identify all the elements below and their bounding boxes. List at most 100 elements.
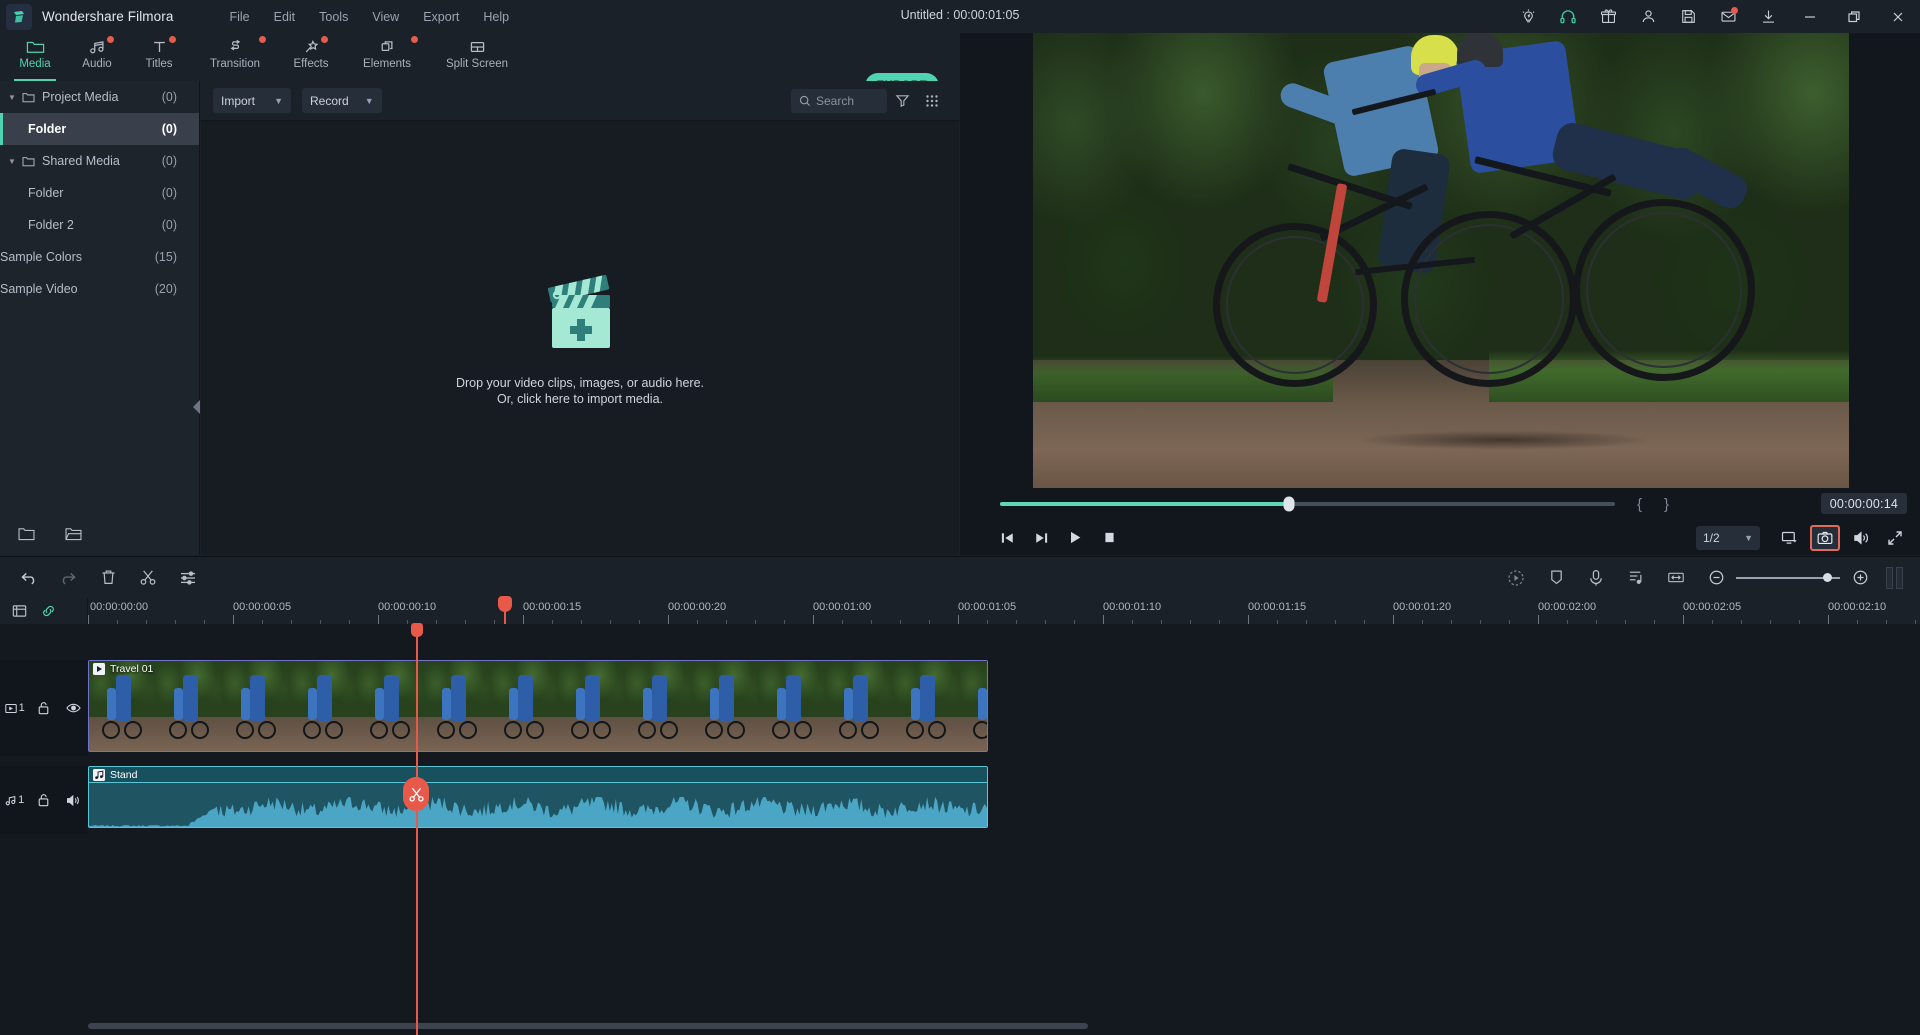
tab-transition[interactable]: Transition bbox=[190, 33, 280, 81]
save-button[interactable] bbox=[1668, 0, 1708, 33]
play-button[interactable] bbox=[1058, 521, 1092, 555]
timeline-playhead[interactable] bbox=[411, 623, 423, 1035]
record-dropdown[interactable]: Record ▼ bbox=[302, 88, 382, 113]
redo-button[interactable] bbox=[48, 557, 88, 599]
tab-effects-label: Effects bbox=[293, 58, 329, 70]
link-icon[interactable] bbox=[41, 604, 56, 618]
support-button[interactable] bbox=[1548, 0, 1588, 33]
idea-button[interactable] bbox=[1508, 0, 1548, 33]
downloads-button[interactable] bbox=[1748, 0, 1788, 33]
tab-elements[interactable]: Elements bbox=[342, 33, 432, 81]
menu-export[interactable]: Export bbox=[411, 6, 471, 28]
stop-button[interactable] bbox=[1092, 521, 1126, 555]
zoom-slider-handle[interactable] bbox=[1823, 573, 1832, 582]
playhead-ruler-knob[interactable] bbox=[498, 596, 512, 612]
playhead-handle[interactable] bbox=[411, 623, 423, 637]
sidebar-item-project-media[interactable]: ▼ Project Media (0) bbox=[0, 81, 199, 113]
timeline-ruler[interactable]: 00:00:00:00 00:00:00:05 00:00:00:10 00:0… bbox=[88, 598, 1920, 624]
sidebar-item-sample-video[interactable]: Sample Video (20) bbox=[0, 273, 199, 305]
messages-button[interactable] bbox=[1708, 0, 1748, 33]
menu-help[interactable]: Help bbox=[471, 6, 521, 28]
video-track-index: 1 bbox=[0, 702, 29, 714]
video-clip-travel-01[interactable]: Travel 01 bbox=[88, 660, 988, 752]
player-progress-bar[interactable] bbox=[1000, 496, 1615, 512]
audio-clip-stand[interactable]: Stand bbox=[88, 766, 988, 828]
menu-tools[interactable]: Tools bbox=[307, 6, 360, 28]
sidebar-item-folder[interactable]: Folder (0) bbox=[0, 113, 199, 145]
minimize-button[interactable] bbox=[1788, 0, 1832, 33]
fullscreen-button[interactable] bbox=[1878, 521, 1912, 555]
snapshot-button[interactable] bbox=[1810, 524, 1840, 551]
video-track-lane[interactable]: Travel 01 bbox=[88, 660, 1920, 756]
close-icon bbox=[1893, 12, 1903, 21]
menu-file[interactable]: File bbox=[217, 6, 261, 28]
play-clip-icon bbox=[93, 662, 105, 675]
menu-view[interactable]: View bbox=[360, 6, 411, 28]
media-search-box[interactable] bbox=[791, 88, 887, 113]
zoom-slider[interactable] bbox=[1736, 557, 1840, 599]
video-track-visibility-button[interactable] bbox=[59, 702, 88, 714]
media-dropzone[interactable]: Drop your video clips, images, or audio … bbox=[201, 121, 959, 555]
tab-audio[interactable]: Audio bbox=[66, 33, 128, 81]
media-toolbar: Import ▼ Record ▼ bbox=[201, 81, 959, 121]
idea-icon bbox=[1522, 9, 1534, 23]
tab-media[interactable]: Media bbox=[4, 33, 66, 81]
ruler-label: 00:00:01:00 bbox=[813, 601, 872, 613]
search-input[interactable] bbox=[816, 93, 876, 108]
tab-titles[interactable]: Titles bbox=[128, 33, 190, 81]
scissors-icon bbox=[140, 570, 156, 585]
sidebar-item-folder-2[interactable]: Folder 2 (0) bbox=[0, 209, 199, 241]
tab-effects[interactable]: Effects bbox=[280, 33, 342, 81]
video-track-lock-button[interactable] bbox=[29, 701, 58, 715]
audio-detach-button[interactable] bbox=[1616, 557, 1656, 599]
settings-button[interactable] bbox=[168, 557, 208, 599]
marker-flag-icon bbox=[1550, 570, 1562, 585]
sidebar-item-shared-folder[interactable]: Folder (0) bbox=[0, 177, 199, 209]
quality-dropdown[interactable]: 1/2 ▼ bbox=[1696, 525, 1760, 550]
sidebar-item-shared-media[interactable]: ▼ Shared Media (0) bbox=[0, 145, 199, 177]
video-preview[interactable] bbox=[1033, 33, 1849, 488]
split-button[interactable] bbox=[128, 557, 168, 599]
sidebar-item-count: (0) bbox=[161, 186, 177, 200]
render-preview-button[interactable] bbox=[1496, 557, 1536, 599]
audio-track-lock-button[interactable] bbox=[29, 793, 58, 807]
view-mode-button[interactable] bbox=[917, 85, 947, 117]
zoom-in-button[interactable] bbox=[1840, 557, 1880, 599]
menu-edit[interactable]: Edit bbox=[262, 6, 308, 28]
import-dropdown[interactable]: Import ▼ bbox=[213, 88, 291, 113]
open-folder-icon[interactable] bbox=[65, 527, 82, 541]
close-button[interactable] bbox=[1876, 0, 1920, 33]
display-settings-button[interactable] bbox=[1772, 521, 1806, 555]
audio-waveform bbox=[89, 797, 987, 827]
tab-transition-label: Transition bbox=[209, 58, 261, 70]
prev-frame-button[interactable] bbox=[990, 521, 1024, 555]
next-frame-button[interactable] bbox=[1024, 521, 1058, 555]
sidebar-item-sample-colors[interactable]: Sample Colors (15) bbox=[0, 241, 199, 273]
sliders-icon bbox=[181, 570, 195, 585]
new-folder-icon[interactable] bbox=[18, 527, 35, 541]
sidebar-collapse-handle[interactable] bbox=[192, 397, 201, 417]
mark-out-button[interactable]: } bbox=[1664, 496, 1669, 513]
maximize-button[interactable] bbox=[1832, 0, 1876, 33]
player-progress-handle[interactable] bbox=[1283, 496, 1295, 512]
mark-in-button[interactable]: { bbox=[1637, 496, 1642, 513]
tab-split-screen[interactable]: Split Screen bbox=[432, 33, 522, 81]
zoom-out-button[interactable] bbox=[1696, 557, 1736, 599]
add-track-icon[interactable] bbox=[12, 604, 27, 618]
filmora-window: Wondershare Filmora File Edit Tools View… bbox=[0, 0, 1920, 1035]
gift-button[interactable] bbox=[1588, 0, 1628, 33]
audio-track-mute-button[interactable] bbox=[59, 794, 88, 807]
delete-button[interactable] bbox=[88, 557, 128, 599]
voiceover-button[interactable] bbox=[1576, 557, 1616, 599]
fit-timeline-button[interactable] bbox=[1656, 557, 1696, 599]
account-button[interactable] bbox=[1628, 0, 1668, 33]
filmora-logo-icon bbox=[14, 10, 24, 22]
undo-button[interactable] bbox=[8, 557, 48, 599]
split-at-playhead-button[interactable] bbox=[403, 777, 429, 811]
volume-button[interactable] bbox=[1844, 521, 1878, 555]
timeline-hscrollbar[interactable] bbox=[88, 1023, 1920, 1029]
timeline-hscroll-thumb[interactable] bbox=[88, 1023, 1088, 1029]
audio-track-lane[interactable]: Stand bbox=[88, 766, 1920, 834]
filter-button[interactable] bbox=[887, 85, 917, 117]
marker-button[interactable] bbox=[1536, 557, 1576, 599]
